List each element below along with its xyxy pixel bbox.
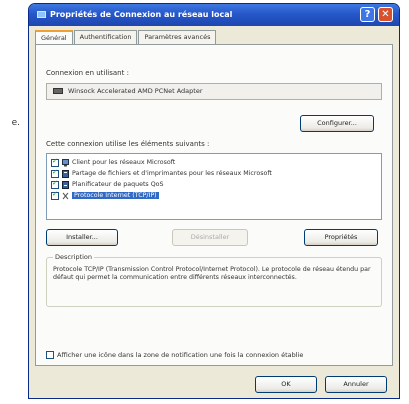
component-checkbox[interactable] <box>51 157 59 167</box>
list-item[interactable]: Partage de fichiers et d'imprimantes pou… <box>47 168 381 179</box>
notify-option[interactable]: Afficher une icône dans la zone de notif… <box>46 351 303 359</box>
component-label: Planificateur de paquets QoS <box>72 181 164 188</box>
install-button[interactable]: Installer... <box>46 229 118 246</box>
tab-strip: Général Authentification Paramètres avan… <box>35 30 217 45</box>
close-button[interactable]: ✕ <box>378 7 393 22</box>
description-legend: Description <box>53 253 95 261</box>
window-title: Propriétés de Connexion au réseau local <box>50 10 233 19</box>
tab-general[interactable]: Général <box>35 30 73 45</box>
adapter-field: Winsock Accelerated AMD PCNet Adapter <box>46 83 382 100</box>
background-text-fragment: e. <box>11 118 20 128</box>
list-item[interactable]: Client pour les réseaux Microsoft <box>47 157 381 168</box>
component-label: Partage de fichiers et d'imprimantes pou… <box>72 170 272 177</box>
components-label: Cette connexion utilise les éléments sui… <box>46 140 210 148</box>
adapter-name: Winsock Accelerated AMD PCNet Adapter <box>68 87 203 95</box>
uninstall-button[interactable]: Désinstaller <box>172 229 248 246</box>
network-connection-icon <box>37 11 46 18</box>
client-icon <box>62 158 69 166</box>
properties-dialog: Propriétés de Connexion au réseau local … <box>28 3 400 399</box>
help-button[interactable]: ? <box>360 7 375 22</box>
protocol-icon <box>62 192 69 199</box>
list-item[interactable]: Protocole Internet (TCP/IP) <box>47 190 381 201</box>
list-item[interactable]: Planificateur de paquets QoS <box>47 179 381 190</box>
component-checkbox[interactable] <box>51 168 59 178</box>
ok-button[interactable]: OK <box>255 376 317 393</box>
properties-button[interactable]: Propriétés <box>304 229 378 246</box>
component-checkbox[interactable] <box>51 179 59 189</box>
general-tab-panel: Connexion en utilisant : Winsock Acceler… <box>35 44 393 366</box>
description-text: Protocole TCP/IP (Transmission Control P… <box>53 266 371 281</box>
service-icon <box>62 180 69 189</box>
notify-label: Afficher une icône dans la zone de notif… <box>57 351 304 359</box>
network-adapter-icon <box>53 88 63 94</box>
configure-button[interactable]: Configurer... <box>300 115 374 132</box>
title-bar[interactable]: Propriétés de Connexion au réseau local … <box>29 4 399 26</box>
tab-advanced[interactable]: Paramètres avancés <box>138 30 217 44</box>
service-icon <box>62 169 69 178</box>
connect-using-label: Connexion en utilisant : <box>46 69 129 77</box>
cancel-button[interactable]: Annuler <box>325 376 387 393</box>
component-label: Protocole Internet (TCP/IP) <box>72 192 159 199</box>
description-group: Description Protocole TCP/IP (Transmissi… <box>46 253 382 307</box>
component-label: Client pour les réseaux Microsoft <box>72 159 176 166</box>
components-list[interactable]: Client pour les réseaux Microsoft Partag… <box>46 153 382 220</box>
notify-checkbox[interactable] <box>46 351 54 359</box>
component-checkbox[interactable] <box>51 190 59 200</box>
tab-authentication[interactable]: Authentification <box>73 30 138 44</box>
